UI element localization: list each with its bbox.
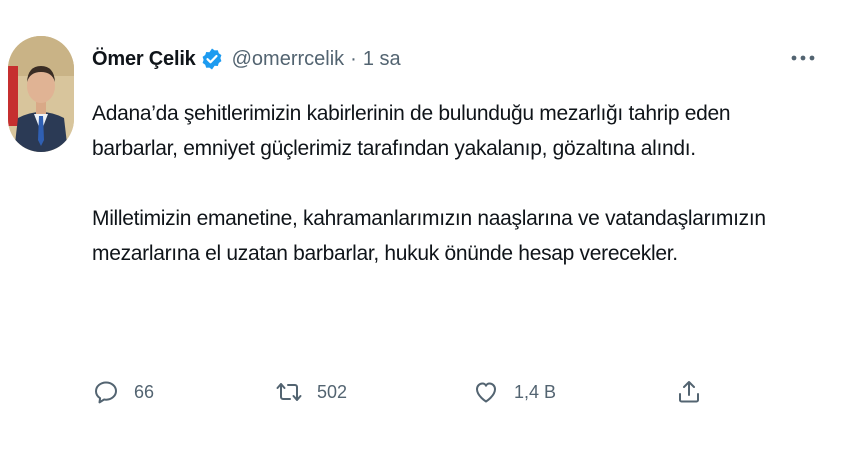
verified-badge-icon — [200, 47, 224, 71]
author-name[interactable]: Ömer Çelik — [92, 48, 196, 71]
like-button[interactable]: 1,4 B — [472, 372, 556, 412]
tweet-paragraph: Milletimizin emanetine, kahramanlarımızı… — [92, 207, 766, 265]
tweet-header: Ömer Çelik @omerrcelik · 1 sa — [92, 44, 401, 74]
reply-button[interactable]: 66 — [92, 372, 154, 412]
share-icon — [675, 378, 703, 406]
share-button[interactable] — [675, 372, 703, 412]
retweet-icon — [275, 378, 303, 406]
retweet-count: 502 — [317, 381, 348, 402]
action-bar: 66 502 1,4 B — [92, 372, 732, 412]
tweet-paragraph: Adana’da şehitlerimizin kabirlerinin de … — [92, 102, 731, 160]
reply-icon — [92, 378, 120, 406]
like-count: 1,4 B — [514, 381, 557, 402]
tweet-timestamp[interactable]: 1 sa — [363, 48, 401, 71]
more-options-icon[interactable] — [790, 48, 816, 68]
author-handle[interactable]: @omerrcelik — [232, 48, 345, 71]
reply-count: 66 — [134, 381, 155, 402]
retweet-button[interactable]: 502 — [275, 372, 347, 412]
tweet-text: Adana’da şehitlerimizin kabirlerinin de … — [92, 96, 812, 271]
avatar[interactable] — [8, 36, 74, 152]
profile-photo — [8, 36, 74, 152]
tweet-card[interactable]: Ömer Çelik @omerrcelik · 1 sa Adana’da ş… — [0, 0, 842, 450]
separator-dot: · — [350, 47, 357, 70]
heart-icon — [472, 378, 500, 406]
